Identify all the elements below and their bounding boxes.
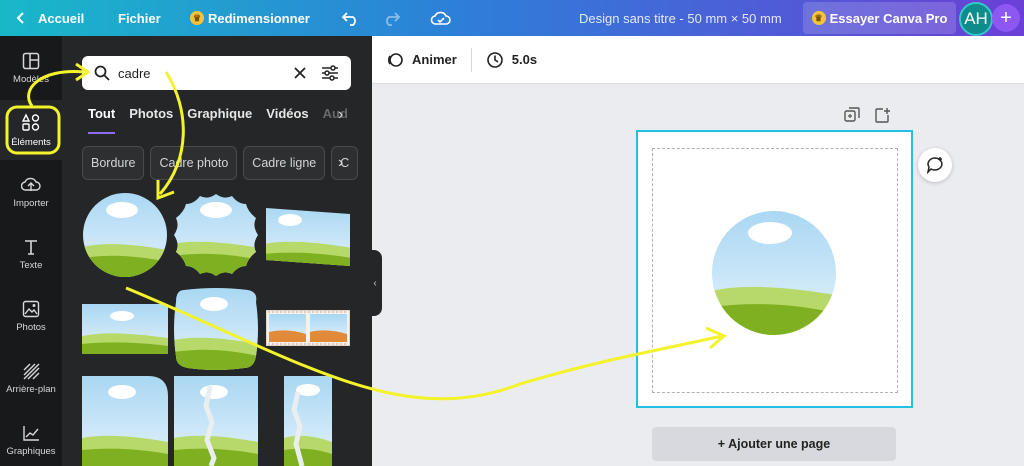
chip-border[interactable]: Bordure (82, 146, 145, 180)
tab-graphics[interactable]: Graphique (187, 106, 252, 134)
duration-label: 5.0s (511, 52, 538, 67)
share-plus-button[interactable]: + (992, 4, 1020, 32)
redo-button[interactable] (382, 0, 400, 36)
rail-label: Éléments (11, 136, 51, 148)
duration-button[interactable]: 5.0s (472, 51, 551, 69)
document-title[interactable]: Design sans titre - 50 mm × 50 mm (579, 0, 782, 36)
rail-item-upload[interactable]: Importer (0, 162, 62, 222)
design-page[interactable] (636, 130, 913, 408)
rail-label: Arrière-plan (6, 383, 56, 395)
rail-item-photos[interactable]: Photos (0, 286, 62, 346)
search-input[interactable]: cadre (118, 66, 293, 81)
resize-label: Redimensionner (208, 10, 310, 26)
rail-item-background[interactable]: Arrière-plan (0, 348, 62, 408)
top-bar: Accueil Fichier ♛ Redimensionner Design … (0, 0, 1024, 36)
tab-videos[interactable]: Vidéos (266, 106, 308, 134)
chip-line-frame[interactable]: Cadre ligne (243, 146, 326, 180)
save-status-button[interactable] (430, 0, 452, 36)
resize-button[interactable]: ♛ Redimensionner (190, 0, 310, 36)
file-menu[interactable]: Fichier (118, 0, 161, 36)
frame-scalloped[interactable] (172, 192, 260, 278)
filter-sliders-icon[interactable] (321, 65, 339, 81)
close-icon[interactable] (293, 66, 307, 80)
undo-icon (342, 10, 360, 26)
canva-editor: Accueil Fichier ♛ Redimensionner Design … (0, 0, 1024, 466)
side-rail: Modèles Éléments Importer Texte Photos A… (0, 36, 62, 466)
try-pro-button[interactable]: ♛ Essayer Canva Pro (803, 2, 956, 34)
search-icon (94, 65, 110, 81)
tab-audio[interactable]: Aud (323, 106, 348, 134)
duplicate-page-icon[interactable] (844, 107, 860, 123)
crown-icon: ♛ (190, 11, 204, 25)
search-field[interactable]: cadre (82, 56, 351, 90)
animate-icon (387, 52, 403, 67)
rail-label: Photos (16, 321, 46, 333)
collapse-panel-handle[interactable]: ‹ (368, 250, 382, 316)
frame-rounded-corner[interactable] (82, 376, 168, 466)
rail-label: Modèles (13, 73, 49, 85)
clock-icon (486, 51, 503, 68)
chip-more[interactable]: C (331, 146, 359, 180)
page-margin-guide (652, 148, 898, 393)
chip-photo-frame[interactable]: Cadre photo (150, 146, 238, 180)
crown-icon: ♛ (811, 11, 826, 25)
frame-torn-paper[interactable] (174, 376, 258, 466)
chart-icon (23, 425, 39, 441)
rail-item-elements[interactable]: Éléments (0, 100, 62, 160)
upload-icon (21, 177, 41, 191)
rail-label: Importer (13, 197, 49, 209)
page-actions (844, 107, 890, 123)
frame-skewed-rect[interactable] (264, 206, 352, 268)
placed-circle-frame[interactable] (712, 211, 836, 335)
rail-item-text[interactable]: Texte (0, 224, 62, 284)
cloud-check-icon (430, 10, 452, 26)
chevron-left-icon (16, 11, 26, 25)
frame-circle[interactable] (82, 192, 168, 278)
suggestion-chips: Bordure Cadre photo Cadre ligne C (82, 146, 359, 180)
add-comment-button[interactable] (918, 148, 952, 182)
redo-icon (382, 10, 400, 26)
undo-button[interactable] (342, 0, 360, 36)
elements-icon (21, 112, 40, 131)
frame-filmstrip[interactable] (266, 310, 350, 346)
frame-torn-strip[interactable] (284, 376, 332, 466)
try-pro-label: Essayer Canva Pro (829, 10, 948, 26)
photo-icon (22, 300, 40, 317)
rail-item-charts[interactable]: Graphiques (0, 410, 62, 466)
frame-rounded-square[interactable] (174, 288, 258, 370)
text-icon (25, 239, 37, 255)
avatar[interactable]: AH (959, 2, 993, 36)
frame-rectangle[interactable] (82, 304, 168, 354)
chips-next-icon[interactable]: › (338, 154, 343, 172)
rail-label: Texte (19, 259, 43, 271)
rail-item-templates[interactable]: Modèles (0, 38, 62, 98)
animate-label: Animer (412, 52, 457, 67)
tab-photos[interactable]: Photos (129, 106, 173, 134)
background-icon (23, 363, 40, 379)
elements-panel: cadre Tout Photos Graphique Vidéos Aud ›… (62, 36, 372, 466)
add-page-icon[interactable] (874, 107, 890, 123)
tabs-next-icon[interactable]: › (338, 106, 343, 124)
editor-toolbar: Animer 5.0s (372, 36, 1024, 84)
animate-button[interactable]: Animer (372, 51, 471, 69)
tab-all[interactable]: Tout (88, 106, 116, 134)
template-icon (22, 52, 40, 69)
home-label: Accueil (38, 10, 85, 26)
back-home-link[interactable]: Accueil (16, 0, 84, 36)
add-page-button[interactable]: + Ajouter une page (652, 427, 896, 461)
category-tabs: Tout Photos Graphique Vidéos Aud (88, 106, 348, 134)
comment-add-icon (926, 157, 943, 174)
rail-label: Graphiques (6, 445, 56, 457)
